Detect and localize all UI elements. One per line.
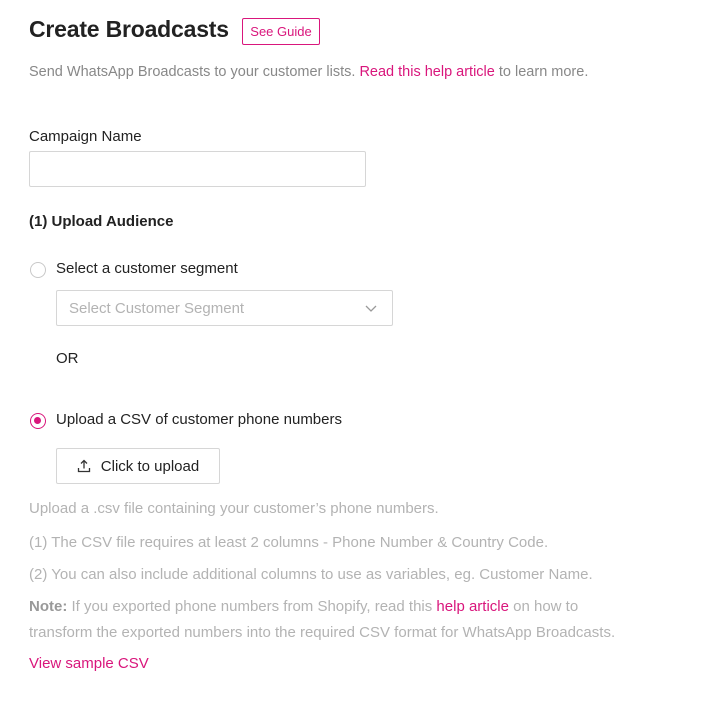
see-guide-button[interactable]: See Guide xyxy=(242,18,320,45)
campaign-name-label: Campaign Name xyxy=(29,128,142,145)
dropdown-placeholder: Select Customer Segment xyxy=(69,300,245,317)
note-prefix: If you exported phone numbers from Shopi… xyxy=(67,598,437,615)
help-line-3: (2) You can also include additional colu… xyxy=(29,566,593,583)
upload-audience-heading: (1) Upload Audience xyxy=(29,213,174,230)
click-to-upload-button[interactable]: Click to upload xyxy=(56,448,220,484)
campaign-name-input[interactable] xyxy=(29,151,366,187)
note-text: Note: If you exported phone numbers from… xyxy=(29,598,578,615)
subtitle-suffix: to learn more. xyxy=(498,64,589,80)
customer-segment-dropdown[interactable]: Select Customer Segment xyxy=(56,290,393,326)
view-sample-csv-link[interactable]: View sample CSV xyxy=(29,655,149,672)
help-line-2: (1) The CSV file requires at least 2 col… xyxy=(29,534,549,551)
note-suffix: on how to xyxy=(508,598,579,615)
help-article-link[interactable]: Read this help article xyxy=(359,64,494,80)
note-label: Note: xyxy=(29,598,68,615)
help-line-1: Upload a .csv file containing your custo… xyxy=(29,500,439,517)
upload-button-label: Click to upload xyxy=(100,457,200,475)
page-title: Create Broadcasts xyxy=(29,16,229,42)
segment-radio[interactable] xyxy=(30,262,46,278)
csv-radio[interactable] xyxy=(30,413,46,429)
note-help-article-link[interactable]: help article xyxy=(436,598,509,615)
chevron-down-icon xyxy=(365,305,377,312)
page-subtitle: Send WhatsApp Broadcasts to your custome… xyxy=(29,64,588,80)
subtitle-text: Send WhatsApp Broadcasts to your custome… xyxy=(29,64,356,80)
csv-option-label[interactable]: Upload a CSV of customer phone numbers xyxy=(56,411,342,428)
or-divider-text: OR xyxy=(56,350,79,367)
segment-option-label[interactable]: Select a customer segment xyxy=(56,260,238,277)
note-line-2: transform the exported numbers into the … xyxy=(29,624,616,641)
upload-icon xyxy=(77,459,90,473)
